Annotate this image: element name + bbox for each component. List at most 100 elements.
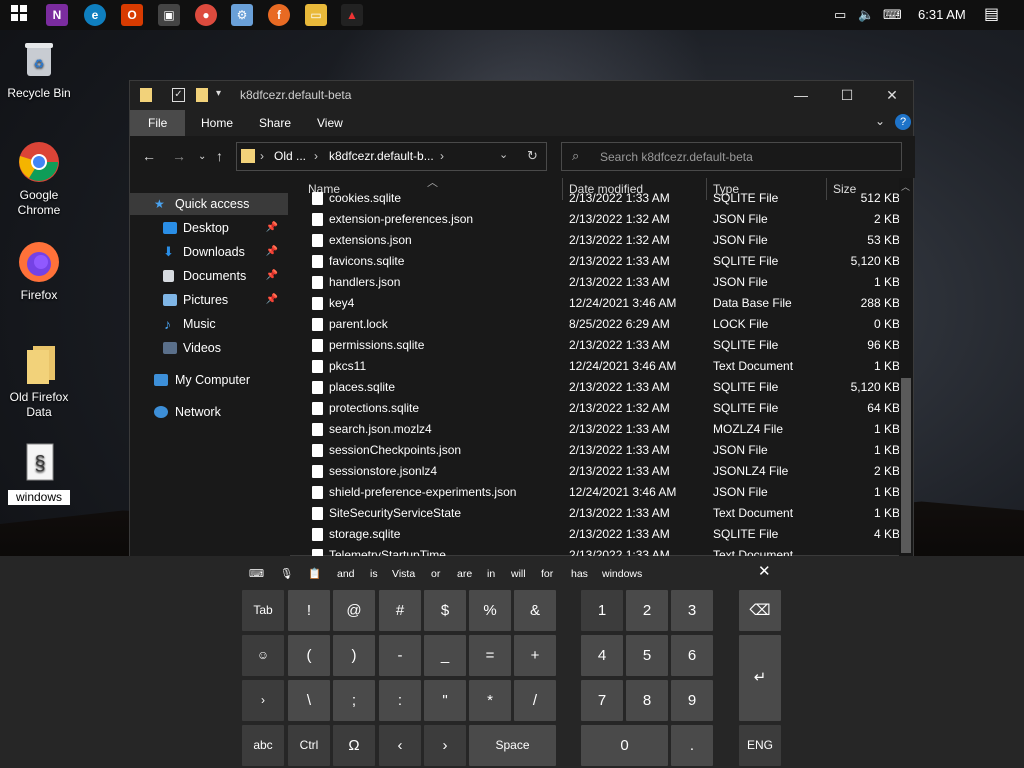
- windows-start-icon[interactable]: [8, 4, 30, 26]
- table-row[interactable]: TelemetryStartupTime 2/13/2022 1:33 AM Tex…: [308, 545, 900, 556]
- suggestion-1[interactable]: is: [370, 566, 378, 582]
- breadcrumb-current-folder[interactable]: k8dfcezr.default-b...: [329, 149, 434, 163]
- search-box[interactable]: ⌕ Search k8dfcezr.default-beta: [561, 142, 902, 171]
- suggestion-0[interactable]: and: [337, 566, 355, 582]
- desktop-icon-windows[interactable]: § windows: [4, 442, 74, 505]
- table-row[interactable]: favicons.sqlite 2/13/2022 1:33 AM SQLITE F…: [308, 251, 900, 272]
- sidebar-item-desktop[interactable]: Desktop 📌: [130, 217, 288, 239]
- volume-muted-icon[interactable]: 🔈: [858, 0, 874, 30]
- numpad-3-key[interactable]: 3: [671, 590, 713, 631]
- language-key[interactable]: ENG: [739, 725, 781, 766]
- refresh-icon[interactable]: ↻: [527, 148, 538, 164]
- numpad-0-key[interactable]: 0: [581, 725, 668, 766]
- key-1-1[interactable]: (: [288, 635, 330, 676]
- suggestion-9[interactable]: windows: [602, 566, 642, 582]
- table-row[interactable]: handlers.json 2/13/2022 1:33 AM JSON File 1…: [308, 272, 900, 293]
- vertical-scrollbar[interactable]: ︿: [899, 178, 913, 556]
- chrome-icon[interactable]: ●: [195, 4, 217, 26]
- firefox-icon[interactable]: f: [268, 4, 290, 26]
- tab-home[interactable]: Home: [191, 110, 243, 136]
- numpad-9-key[interactable]: 9: [671, 680, 713, 721]
- sidebar-item-pictures[interactable]: Pictures 📌: [130, 289, 288, 311]
- key-2-2[interactable]: ;: [333, 680, 375, 721]
- forward-icon[interactable]: →: [172, 148, 186, 164]
- key-0-6[interactable]: &: [514, 590, 556, 631]
- suggestion-3[interactable]: or: [431, 566, 440, 582]
- suggestion-5[interactable]: in: [487, 566, 495, 582]
- scrollbar-thumb[interactable]: [901, 378, 911, 553]
- tab-file[interactable]: File: [130, 110, 186, 136]
- table-row[interactable]: shield-preference-experiments.json 12/24/…: [308, 482, 900, 503]
- edge-icon[interactable]: e: [84, 4, 106, 26]
- clipboard-icon[interactable]: 📋: [308, 566, 321, 582]
- key-1-4[interactable]: _: [424, 635, 466, 676]
- app-installer-icon[interactable]: ⚙: [231, 4, 253, 26]
- key-0-1[interactable]: !: [288, 590, 330, 631]
- table-row[interactable]: SiteSecurityServiceState 2/13/2022 1:33 A…: [308, 503, 900, 524]
- key-0-5[interactable]: %: [469, 590, 511, 631]
- cursor-right-key[interactable]: ›: [424, 725, 466, 766]
- suggestion-7[interactable]: for: [541, 566, 553, 582]
- numpad-6-key[interactable]: 6: [671, 635, 713, 676]
- tab-share[interactable]: Share: [249, 110, 301, 136]
- microphone-icon[interactable]: 🎙: [280, 566, 293, 582]
- sidebar-item-my-computer[interactable]: My Computer: [130, 369, 288, 391]
- desktop-icon-label-editing[interactable]: windows: [8, 490, 70, 505]
- table-row[interactable]: places.sqlite 2/13/2022 1:33 AM SQLITE Fil…: [308, 377, 900, 398]
- minimize-button[interactable]: —: [778, 81, 824, 110]
- keyboard-close-icon[interactable]: ✕: [758, 564, 771, 580]
- desktop-icon-firefox[interactable]: Firefox: [4, 240, 74, 303]
- table-row[interactable]: storage.sqlite 2/13/2022 1:33 AM SQLITE Fi…: [308, 524, 900, 545]
- backspace-key[interactable]: ⌫: [739, 590, 781, 631]
- abc-key[interactable]: abc: [242, 725, 284, 766]
- numpad-4-key[interactable]: 4: [581, 635, 623, 676]
- table-row[interactable]: sessionstore.jsonlz4 2/13/2022 1:33 AM JSO…: [308, 461, 900, 482]
- media-app-icon[interactable]: ▲: [341, 4, 363, 26]
- sidebar-item-videos[interactable]: Videos: [130, 337, 288, 359]
- table-row[interactable]: extension-preferences.json 2/13/2022 1:32…: [308, 209, 900, 230]
- breadcrumb-old-firefox-data[interactable]: Old ...: [274, 149, 306, 163]
- table-row[interactable]: cookies.sqlite 2/13/2022 1:33 AM SQLITE Fi…: [308, 188, 900, 209]
- suggestion-6[interactable]: will: [511, 566, 526, 582]
- desktop-icon-chrome[interactable]: Google Chrome: [4, 140, 74, 218]
- table-row[interactable]: extensions.json 2/13/2022 1:32 AM JSON Fil…: [308, 230, 900, 251]
- table-row[interactable]: protections.sqlite 2/13/2022 1:32 AM SQLIT…: [308, 398, 900, 419]
- new-folder-icon[interactable]: [196, 88, 208, 102]
- address-dropdown-icon[interactable]: ⌄: [499, 148, 508, 161]
- store-icon[interactable]: ▣: [158, 4, 180, 26]
- close-button[interactable]: ✕: [869, 81, 915, 110]
- numpad-8-key[interactable]: 8: [626, 680, 668, 721]
- tab-key[interactable]: Tab: [242, 590, 284, 631]
- recent-locations-icon[interactable]: ⌄: [198, 151, 206, 162]
- key-2-5[interactable]: *: [469, 680, 511, 721]
- key-1-5[interactable]: =: [469, 635, 511, 676]
- help-icon[interactable]: ?: [895, 114, 911, 130]
- table-row[interactable]: parent.lock 8/25/2022 6:29 AM LOCK File 0 K…: [308, 314, 900, 335]
- network-icon[interactable]: ▭: [834, 0, 846, 30]
- up-icon[interactable]: ↑: [216, 148, 223, 164]
- sidebar-item-music[interactable]: ♪ Music: [130, 313, 288, 335]
- address-bar[interactable]: › Old ... › k8dfcezr.default-b... › ⌄ ↻: [236, 142, 547, 171]
- table-row[interactable]: sessionCheckpoints.json 2/13/2022 1:33 AM…: [308, 440, 900, 461]
- desktop-icon-recycle-bin[interactable]: ♻ Recycle Bin: [4, 38, 74, 101]
- numpad-decimal-key[interactable]: .: [671, 725, 713, 766]
- numpad-7-key[interactable]: 7: [581, 680, 623, 721]
- suggestion-4[interactable]: are: [457, 566, 472, 582]
- scroll-up-icon[interactable]: ︿: [901, 180, 910, 193]
- numpad-1-key[interactable]: 1: [581, 590, 623, 631]
- key-0-3[interactable]: #: [379, 590, 421, 631]
- clock[interactable]: 6:31 AM: [918, 0, 966, 30]
- desktop-icon-old-firefox-data[interactable]: Old Firefox Data: [4, 342, 74, 420]
- numpad-5-key[interactable]: 5: [626, 635, 668, 676]
- omega-key[interactable]: Ω: [333, 725, 375, 766]
- table-row[interactable]: search.json.mozlz4 2/13/2022 1:33 AM MOZLZ…: [308, 419, 900, 440]
- key-2-6[interactable]: /: [514, 680, 556, 721]
- next-page-key[interactable]: ›: [242, 680, 284, 721]
- quick-access-toolbar-chevron-icon[interactable]: ▾: [216, 88, 221, 99]
- ribbon-expand-icon[interactable]: ⌄: [875, 114, 885, 128]
- back-icon[interactable]: ←: [142, 148, 156, 164]
- sidebar-item-downloads[interactable]: ⬇ Downloads 📌: [130, 241, 288, 263]
- key-1-2[interactable]: ): [333, 635, 375, 676]
- tab-view[interactable]: View: [307, 110, 353, 136]
- key-2-4[interactable]: ": [424, 680, 466, 721]
